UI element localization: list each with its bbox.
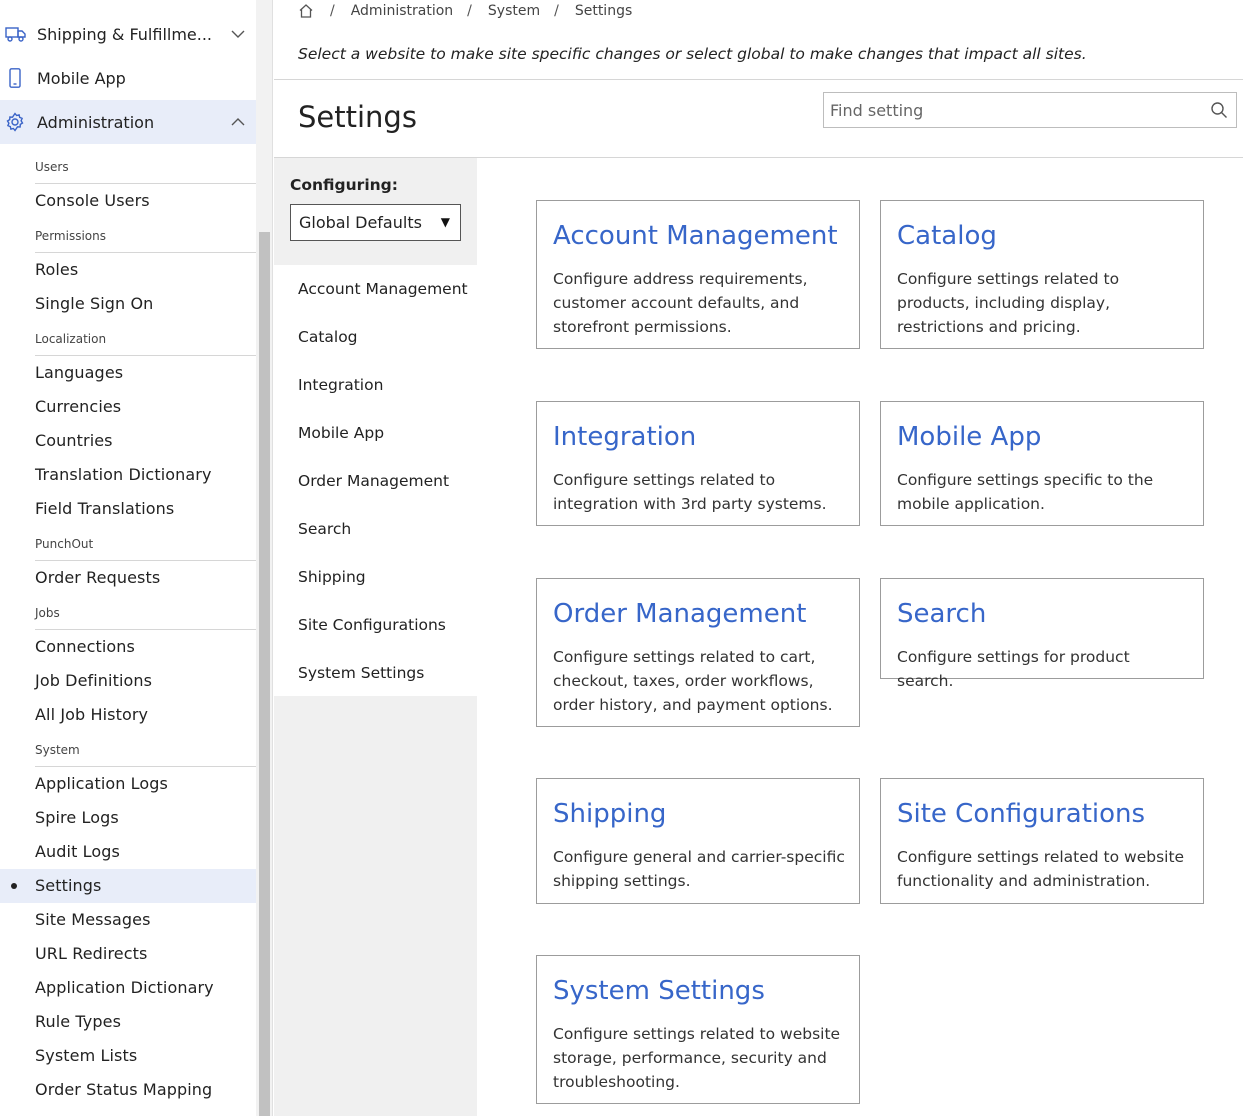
page-title: Settings (298, 100, 417, 134)
nav-item-label: Shipping & Fulfillme... (37, 24, 213, 44)
sidebar-item-application-logs[interactable]: Application Logs (0, 767, 256, 801)
truck-icon (5, 24, 27, 44)
card-shipping[interactable]: Shipping Configure general and carrier-s… (536, 778, 860, 904)
sidebar-item-connections[interactable]: Connections (0, 630, 256, 664)
sidebar-item-settings[interactable]: Settings (0, 869, 256, 903)
configuring-label: Configuring: (290, 176, 398, 194)
divider (274, 79, 1243, 80)
card-account-management[interactable]: Account Management Configure address req… (536, 200, 860, 349)
sidebar-item-system-lists[interactable]: System Lists (0, 1039, 256, 1073)
breadcrumb-separator: / (554, 3, 559, 19)
sidebar-item-console-users[interactable]: Console Users (0, 184, 256, 218)
breadcrumb-separator: / (467, 3, 472, 19)
mobile-phone-icon (5, 68, 27, 88)
search-icon[interactable] (1210, 101, 1228, 119)
card-title[interactable]: Order Management (553, 599, 806, 629)
card-description: Configure address requirements, customer… (553, 270, 808, 336)
nav-group-users: Users (35, 150, 256, 184)
sidebar-item-job-definitions[interactable]: Job Definitions (0, 664, 256, 698)
configuring-selected-value: Global Defaults (299, 213, 422, 232)
sidebar-item-application-dictionary[interactable]: Application Dictionary (0, 971, 256, 1005)
nav-item-label: Mobile App (37, 68, 126, 88)
subnav-item-shipping[interactable]: Shipping (298, 565, 366, 589)
intro-text: Select a website to make site specific c… (298, 45, 1087, 63)
subnav-item-search[interactable]: Search (298, 517, 351, 541)
settings-subnav: Account Management Catalog Integration M… (274, 265, 477, 696)
card-title[interactable]: Site Configurations (897, 799, 1145, 829)
card-description: Configure settings related to website fu… (897, 848, 1185, 890)
sidebar-item-single-sign-on[interactable]: Single Sign On (0, 287, 256, 321)
sidebar-item-site-messages[interactable]: Site Messages (0, 903, 256, 937)
subnav-item-site-configurations[interactable]: Site Configurations (298, 613, 446, 637)
subnav-item-mobile-app[interactable]: Mobile App (298, 421, 384, 445)
card-description: Configure settings specific to the mobil… (897, 471, 1154, 513)
card-description: Configure settings related to integratio… (553, 471, 827, 513)
sidebar-item-currencies[interactable]: Currencies (0, 390, 256, 424)
card-order-management[interactable]: Order Management Configure settings rela… (536, 578, 860, 727)
card-title[interactable]: Integration (553, 422, 696, 452)
nav-item-label: Administration (37, 112, 155, 132)
search-box (823, 92, 1237, 128)
card-title[interactable]: System Settings (553, 976, 765, 1006)
breadcrumb-separator: / (330, 3, 335, 19)
card-search[interactable]: Search Configure settings for product se… (880, 578, 1204, 690)
sidebar-item-roles[interactable]: Roles (0, 253, 256, 287)
card-title[interactable]: Shipping (553, 799, 666, 829)
sidebar-item-url-redirects[interactable]: URL Redirects (0, 937, 256, 971)
nav-group-jobs: Jobs (35, 596, 256, 630)
card-title[interactable]: Account Management (553, 221, 838, 251)
nav-item-administration[interactable]: Administration (0, 100, 256, 144)
card-description: Configure settings for product search. (897, 648, 1130, 690)
sidebar-item-order-requests[interactable]: Order Requests (0, 561, 256, 595)
card-title[interactable]: Mobile App (897, 422, 1041, 452)
nav-item-shipping-fulfillment[interactable]: Shipping & Fulfillme... (0, 12, 256, 56)
subnav-item-catalog[interactable]: Catalog (298, 325, 358, 349)
sidebar-scrollbar-thumb[interactable] (259, 232, 270, 1116)
sidebar-item-countries[interactable]: Countries (0, 424, 256, 458)
card-title[interactable]: Search (897, 599, 986, 629)
nav-group-punchout: PunchOut (35, 527, 256, 561)
sidebar-item-translation-dictionary[interactable]: Translation Dictionary (0, 458, 256, 492)
sidebar-item-spire-logs[interactable]: Spire Logs (0, 801, 256, 835)
gear-icon (5, 112, 27, 132)
nav-item-mobile-app[interactable]: Mobile App (0, 56, 256, 100)
card-integration[interactable]: Integration Configure settings related t… (536, 401, 860, 526)
card-mobile-app[interactable]: Mobile App Configure settings specific t… (880, 401, 1204, 526)
card-description: Configure settings related to cart, chec… (553, 648, 833, 714)
subnav-item-system-settings[interactable]: System Settings (298, 661, 424, 685)
subnav-item-account-management[interactable]: Account Management (298, 277, 468, 301)
sidebar-item-label: Settings (35, 876, 102, 895)
card-description: Configure settings related to website st… (553, 1025, 841, 1091)
nav-group-permissions: Permissions (35, 219, 256, 253)
sidebar-item-rule-types[interactable]: Rule Types (0, 1005, 256, 1039)
breadcrumb-system[interactable]: System (488, 3, 540, 19)
card-description: Configure general and carrier-specific s… (553, 848, 845, 890)
card-system-settings[interactable]: System Settings Configure settings relat… (536, 955, 860, 1104)
sidebar-item-audit-logs[interactable]: Audit Logs (0, 835, 256, 869)
nav-group-localization: Localization (35, 322, 256, 356)
configuring-select[interactable]: Global Defaults ▼ (290, 204, 461, 241)
subnav-item-order-management[interactable]: Order Management (298, 469, 449, 493)
nav-group-system: System (35, 733, 256, 767)
sidebar-item-all-job-history[interactable]: All Job History (0, 698, 256, 732)
chevron-up-icon[interactable] (230, 114, 246, 130)
active-bullet-icon (11, 883, 17, 889)
subnav-item-integration[interactable]: Integration (298, 373, 383, 397)
card-title[interactable]: Catalog (897, 221, 997, 251)
sidebar-item-field-translations[interactable]: Field Translations (0, 492, 256, 526)
sidebar-item-order-status-mapping[interactable]: Order Status Mapping (0, 1073, 256, 1107)
caret-down-icon: ▼ (440, 215, 450, 229)
sidebar-nav: Shipping & Fulfillme... Mobile App Admin… (0, 0, 256, 1116)
home-icon[interactable] (298, 3, 314, 19)
card-catalog[interactable]: Catalog Configure settings related to pr… (880, 200, 1204, 349)
search-input[interactable] (824, 93, 1206, 127)
card-description: Configure settings related to products, … (897, 270, 1120, 336)
breadcrumb: / Administration / System / Settings (298, 1, 632, 21)
card-site-configurations[interactable]: Site Configurations Configure settings r… (880, 778, 1204, 904)
breadcrumb-administration[interactable]: Administration (351, 3, 453, 19)
sidebar-item-languages[interactable]: Languages (0, 356, 256, 390)
breadcrumb-settings: Settings (574, 3, 633, 19)
chevron-down-icon[interactable] (230, 26, 246, 42)
